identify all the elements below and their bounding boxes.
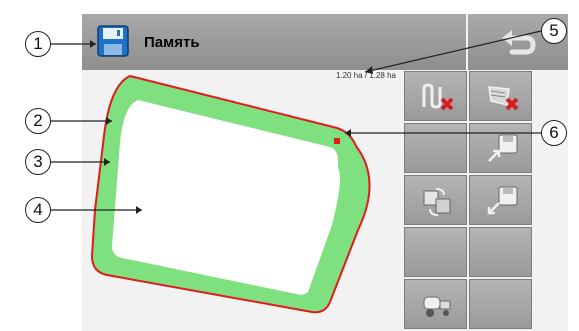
callout-5: 5 [541,18,567,44]
callout-2: 2 [25,108,51,134]
callout-3: 3 [25,149,51,175]
callout-1: 1 [25,31,51,57]
callout-6: 6 [541,120,567,146]
callout-leader-lines [51,30,542,214]
callout-4: 4 [25,197,51,223]
